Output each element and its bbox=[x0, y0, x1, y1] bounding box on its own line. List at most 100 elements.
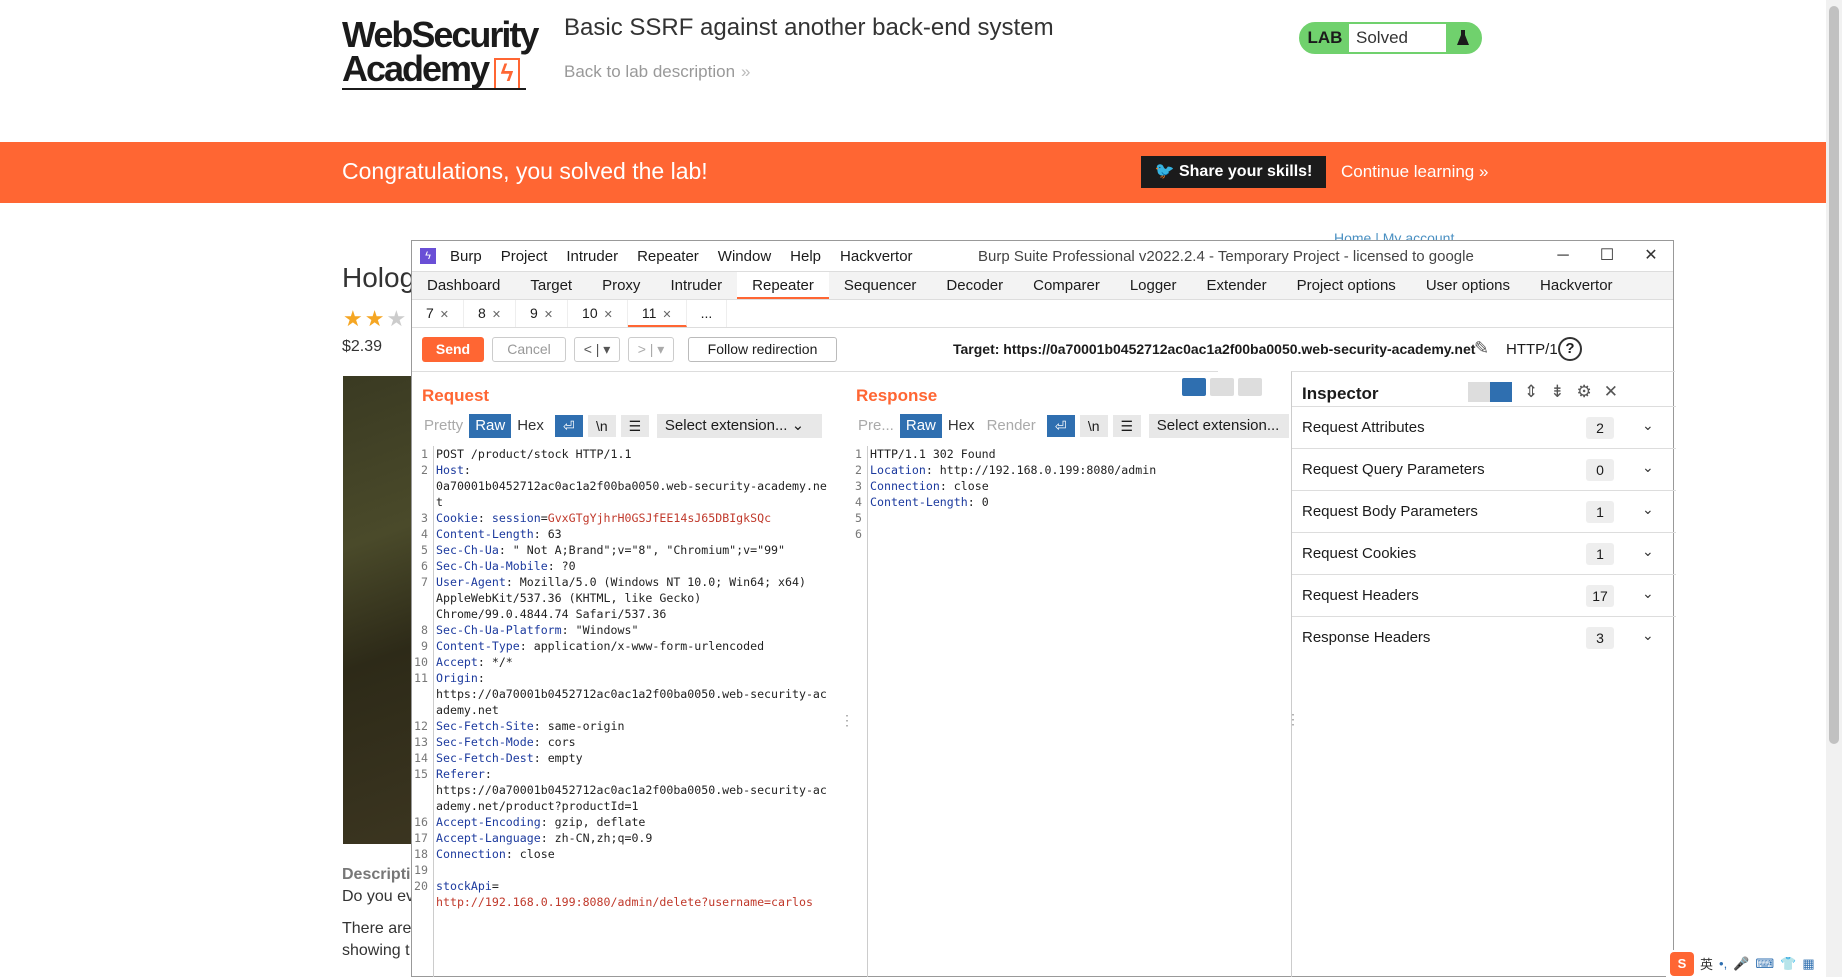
request-format-bar: Pretty Raw Hex ⏎ \n ☰ Select extension..… bbox=[418, 414, 822, 438]
help-icon[interactable]: ? bbox=[1558, 337, 1582, 361]
follow-redirection-button[interactable]: Follow redirection bbox=[688, 337, 837, 362]
inspector-layout-toggle[interactable] bbox=[1468, 382, 1512, 402]
back-to-lab-description-link[interactable]: Back to lab description » bbox=[564, 62, 751, 82]
layout-icon[interactable] bbox=[1468, 382, 1490, 402]
inspector-section-row[interactable]: Request Query Parameters 0 ⌄ bbox=[1292, 448, 1676, 490]
hex-tab[interactable]: Hex bbox=[511, 414, 550, 438]
show-newlines-toggle[interactable]: \n bbox=[587, 415, 616, 437]
close-tab-icon[interactable]: ✕ bbox=[544, 309, 553, 321]
tab-repeater[interactable]: Repeater bbox=[737, 272, 829, 299]
line-number: 4 bbox=[855, 495, 862, 509]
skin-icon[interactable]: 👕 bbox=[1780, 956, 1796, 972]
gear-icon[interactable]: ⚙ bbox=[1577, 382, 1592, 402]
pencil-icon[interactable]: ✎ bbox=[1474, 338, 1489, 359]
inspector-section-row[interactable]: Request Attributes 2 ⌄ bbox=[1292, 406, 1676, 448]
continue-link-label: Continue learning bbox=[1341, 162, 1475, 181]
close-tab-icon[interactable]: ✕ bbox=[662, 309, 671, 321]
punctuation-icon[interactable]: •, bbox=[1719, 956, 1727, 971]
pretty-tab[interactable]: Pre... bbox=[852, 414, 900, 438]
tab-target[interactable]: Target bbox=[515, 272, 587, 299]
code-line: POST /product/stock HTTP/1.1 bbox=[436, 447, 632, 461]
cancel-button[interactable]: Cancel bbox=[492, 337, 566, 362]
show-newlines-toggle[interactable]: \n bbox=[1079, 415, 1108, 437]
minimize-icon[interactable]: ─ bbox=[1541, 241, 1585, 271]
close-tab-icon[interactable]: ✕ bbox=[604, 309, 613, 321]
history-back-button[interactable]: < | ▾ bbox=[574, 337, 620, 362]
tab-user-options[interactable]: User options bbox=[1411, 272, 1525, 299]
repeater-toolbar: Send Cancel < | ▾ > | ▾ Follow redirecti… bbox=[412, 328, 1673, 371]
inspector-section-row[interactable]: Request Cookies 1 ⌄ bbox=[1292, 532, 1676, 574]
menu-icon[interactable]: ☰ bbox=[1112, 415, 1141, 437]
share-skills-button[interactable]: 🐦 Share your skills! bbox=[1141, 156, 1326, 188]
close-tab-icon[interactable]: ✕ bbox=[492, 309, 501, 321]
chevron-down-icon[interactable]: ⌄ bbox=[1642, 417, 1654, 434]
code-line: Sec-Ch-Ua-Platform: "Windows" bbox=[436, 623, 639, 637]
render-tab[interactable]: Render bbox=[981, 414, 1042, 438]
inspector-pane: Inspector ⇕ ⇟ ⚙ ✕ Request Attributes 2 ⌄ Re… bbox=[1291, 371, 1676, 977]
inspector-section-row[interactable]: Request Headers 17 ⌄ bbox=[1292, 574, 1676, 616]
request-tab[interactable]: 7 ✕ bbox=[412, 300, 465, 327]
tab-extender[interactable]: Extender bbox=[1192, 272, 1282, 299]
tab-logger[interactable]: Logger bbox=[1115, 272, 1192, 299]
request-tab-active[interactable]: 11 ✕ bbox=[627, 300, 687, 327]
menu-window[interactable]: Window bbox=[718, 248, 771, 265]
close-icon[interactable]: ✕ bbox=[1604, 382, 1618, 402]
ime-language[interactable]: 英 bbox=[1700, 954, 1713, 973]
select-extension-dropdown[interactable]: Select extension... bbox=[1148, 414, 1289, 438]
send-button[interactable]: Send bbox=[422, 337, 484, 362]
tab-comparer[interactable]: Comparer bbox=[1018, 272, 1115, 299]
chevron-down-icon[interactable]: ⌄ bbox=[1642, 543, 1654, 560]
tab-hackvertor[interactable]: Hackvertor bbox=[1525, 272, 1628, 299]
continue-learning-link[interactable]: Continue learning » bbox=[1341, 162, 1488, 182]
line-number: 18 bbox=[414, 847, 428, 861]
collapse-all-icon[interactable]: ⇟ bbox=[1550, 382, 1564, 402]
request-tab[interactable]: 9 ✕ bbox=[516, 300, 569, 327]
tab-intruder[interactable]: Intruder bbox=[655, 272, 737, 299]
toolbox-icon[interactable]: ▦ bbox=[1802, 956, 1814, 972]
page-scrollbar[interactable] bbox=[1826, 0, 1842, 977]
sogou-icon[interactable]: S bbox=[1670, 951, 1694, 976]
menu-project[interactable]: Project bbox=[501, 248, 548, 265]
microphone-icon[interactable]: 🎤 bbox=[1733, 956, 1749, 972]
chevron-down-icon[interactable]: ⌄ bbox=[1642, 585, 1654, 602]
scrollbar-thumb[interactable] bbox=[1829, 6, 1839, 744]
tab-proxy[interactable]: Proxy bbox=[587, 272, 655, 299]
request-tab[interactable]: 10 ✕ bbox=[568, 300, 628, 327]
chevron-down-icon[interactable]: ⌄ bbox=[1642, 501, 1654, 518]
menu-intruder[interactable]: Intruder bbox=[566, 248, 618, 265]
menu-burp[interactable]: Burp bbox=[450, 248, 482, 265]
maximize-icon[interactable]: ☐ bbox=[1585, 241, 1629, 271]
code-line: https://0a70001b0452712ac0ac1a2f00ba0050… bbox=[436, 687, 827, 701]
request-tab[interactable]: 8 ✕ bbox=[464, 300, 517, 327]
wrap-lines-icon[interactable]: ⏎ bbox=[1046, 415, 1075, 437]
wsa-logo[interactable]: WebSecurity Academy ϟ bbox=[342, 17, 547, 94]
tab-dashboard[interactable]: Dashboard bbox=[412, 272, 515, 299]
description-label: Descripti bbox=[342, 866, 411, 883]
inspector-section-row[interactable]: Request Body Parameters 1 ⌄ bbox=[1292, 490, 1676, 532]
chevron-down-icon[interactable]: ⌄ bbox=[1642, 627, 1654, 644]
menu-hackvertor[interactable]: Hackvertor bbox=[840, 248, 913, 265]
menu-help[interactable]: Help bbox=[790, 248, 821, 265]
raw-tab[interactable]: Raw bbox=[469, 414, 512, 438]
close-tab-icon[interactable]: ✕ bbox=[440, 309, 449, 321]
tab-sequencer[interactable]: Sequencer bbox=[829, 272, 932, 299]
history-forward-button[interactable]: > | ▾ bbox=[628, 337, 674, 362]
inspector-section-row[interactable]: Response Headers 3 ⌄ bbox=[1292, 616, 1676, 658]
wrap-lines-icon[interactable]: ⏎ bbox=[554, 415, 583, 437]
keyboard-icon[interactable]: ⌨ bbox=[1755, 956, 1774, 972]
tab-decoder[interactable]: Decoder bbox=[931, 272, 1018, 299]
menu-repeater[interactable]: Repeater bbox=[637, 248, 699, 265]
chevron-down-icon[interactable]: ⌄ bbox=[1642, 459, 1654, 476]
tabs-layout-icon[interactable] bbox=[1238, 378, 1262, 396]
menu-icon[interactable]: ☰ bbox=[620, 415, 649, 437]
close-icon[interactable]: ✕ bbox=[1629, 241, 1673, 271]
pretty-tab[interactable]: Pretty bbox=[418, 414, 469, 438]
hex-tab[interactable]: Hex bbox=[942, 414, 981, 438]
raw-tab[interactable]: Raw bbox=[899, 414, 942, 438]
tab-project-options[interactable]: Project options bbox=[1282, 272, 1411, 299]
select-extension-dropdown[interactable]: Select extension... ⌄ bbox=[656, 414, 822, 438]
layout-icon[interactable] bbox=[1490, 382, 1512, 402]
expand-all-icon[interactable]: ⇕ bbox=[1524, 382, 1538, 402]
more-tabs-button[interactable]: ... bbox=[687, 300, 728, 327]
http-version-toggle[interactable]: HTTP/1 bbox=[1506, 341, 1558, 358]
